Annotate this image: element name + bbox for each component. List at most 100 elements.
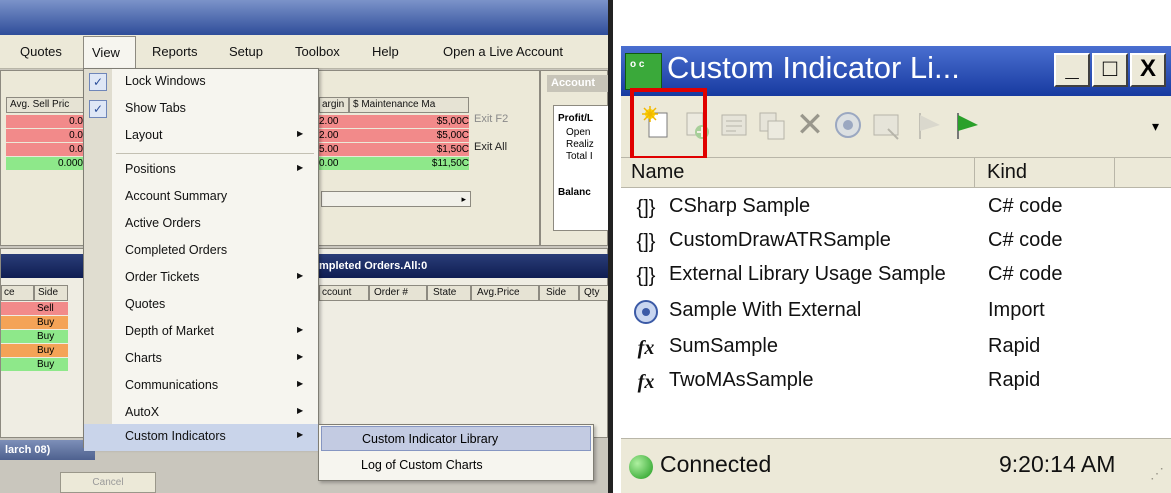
side-cell: Buy: [34, 316, 68, 329]
item-kind: C# code: [988, 263, 1063, 285]
menu-item-label: Account Summary: [125, 189, 228, 203]
apply-green-icon[interactable]: [950, 105, 986, 145]
maximize-button[interactable]: □: [1092, 53, 1128, 87]
list-item[interactable]: {]} CSharp Sample C# code: [621, 190, 1171, 224]
menu-reports[interactable]: Reports: [152, 44, 198, 59]
custom-indicators-submenu: Custom Indicator Library Log of Custom C…: [318, 424, 594, 481]
menu-item-account-summary[interactable]: Account Summary: [84, 184, 318, 211]
exit-f2-button[interactable]: Exit F2: [474, 113, 508, 125]
col-price: ce: [1, 285, 34, 301]
submenu-arrow-icon: ▶: [297, 325, 304, 334]
app-icon: o c: [625, 53, 662, 90]
item-name: CustomDrawATRSample: [669, 229, 891, 251]
menu-item-label: Order Tickets: [125, 270, 200, 284]
cancel-button[interactable]: Cancel: [60, 472, 156, 493]
bottom-tab[interactable]: larch 08): [0, 440, 95, 460]
resize-grip-icon[interactable]: ⋰: [1150, 465, 1164, 482]
menu-item-quotes[interactable]: Quotes: [84, 292, 318, 319]
menu-item-label: Active Orders: [125, 216, 201, 230]
maintenance-cell: $1,50C: [349, 143, 469, 156]
profit-label: Profit/L: [558, 113, 593, 124]
check-icon: ✓: [89, 73, 107, 91]
maintenance-cell: $5,00C: [349, 129, 469, 142]
menu-separator: [116, 153, 314, 154]
price-cell: [1, 344, 34, 357]
copy-icon[interactable]: [754, 105, 790, 145]
menu-item-custom-indicators[interactable]: Custom Indicators ▶: [84, 424, 318, 451]
window-title: Custom Indicator Li...: [667, 50, 960, 85]
menu-item-custom-indicator-library[interactable]: Custom Indicator Library: [321, 426, 591, 451]
item-name: CSharp Sample: [669, 195, 811, 217]
menu-item-label: Charts: [125, 351, 162, 365]
menu-quotes[interactable]: Quotes: [20, 44, 62, 59]
balance-label: Balanc: [558, 187, 591, 198]
exit-all-button[interactable]: Exit All: [474, 141, 507, 153]
apply-grey-icon[interactable]: [912, 105, 948, 145]
item-name: External Library Usage Sample: [669, 263, 946, 285]
col-avg-sell-price: Avg. Sell Pric: [6, 97, 86, 113]
list-item[interactable]: fx TwoMAsSample Rapid: [621, 364, 1171, 398]
account-summary-box: Profit/L Open Realiz Total I Balanc: [553, 105, 608, 231]
margin-cell: 0.00: [319, 157, 349, 170]
list-item[interactable]: {]} External Library Usage Sample C# cod…: [621, 258, 1171, 292]
menu-item-label: Lock Windows: [125, 74, 206, 88]
menu-item-label: AutoX: [125, 405, 160, 419]
menu-item-order-tickets[interactable]: Order Tickets ▶: [84, 265, 318, 292]
menu-item-label: Show Tabs: [125, 101, 186, 115]
close-button[interactable]: X: [1130, 53, 1166, 87]
menu-item-log-of-custom-charts[interactable]: Log of Custom Charts: [321, 453, 591, 478]
menu-item-completed-orders[interactable]: Completed Orders: [84, 238, 318, 265]
menu-view[interactable]: View: [83, 36, 136, 68]
item-kind: C# code: [988, 229, 1063, 251]
col-side-completed: Side: [539, 285, 579, 301]
menu-item-layout[interactable]: Layout ▶: [84, 123, 318, 150]
menu-help[interactable]: Help: [372, 44, 399, 59]
item-kind: Rapid: [988, 369, 1041, 391]
menu-item-active-orders[interactable]: Active Orders: [84, 211, 318, 238]
menu-item-label: Communications: [125, 378, 219, 392]
column-name[interactable]: Name: [621, 158, 975, 188]
menu-open-live-account[interactable]: Open a Live Account: [443, 44, 563, 59]
item-name: TwoMAsSample: [669, 369, 814, 391]
menu-item-depth-of-market[interactable]: Depth of Market ▶: [84, 319, 318, 346]
item-kind: Rapid: [988, 335, 1041, 357]
status-time: 9:20:14 AM: [999, 451, 1116, 477]
pos-cell: 0.000: [6, 157, 86, 170]
menu-item-label: Log of Custom Charts: [361, 458, 483, 472]
menu-toolbox[interactable]: Toolbox: [295, 44, 340, 59]
menu-item-autox[interactable]: AutoX ▶: [84, 400, 318, 427]
column-kind[interactable]: Kind: [975, 158, 1115, 188]
import-icon[interactable]: [830, 105, 866, 145]
horizontal-scrollbar[interactable]: ▸: [321, 191, 471, 207]
col-margin: argin: [319, 97, 349, 113]
submenu-arrow-icon: ▶: [297, 129, 304, 138]
list-item[interactable]: fx SumSample Rapid: [621, 330, 1171, 364]
menu-setup[interactable]: Setup: [229, 44, 263, 59]
fx-icon: fx: [637, 371, 655, 393]
item-kind: C# code: [988, 195, 1063, 217]
view-menu-dropdown: ✓ Lock Windows ✓ Show Tabs Layout ▶ Posi…: [83, 68, 319, 451]
submenu-arrow-icon: ▶: [297, 163, 304, 172]
list-item[interactable]: Sample With External Import: [621, 294, 1171, 328]
pos-cell: 0.0: [6, 115, 86, 128]
account-panel: Account Profit/L Open Realiz Total I Bal…: [540, 70, 608, 246]
delete-icon[interactable]: ✕: [792, 105, 828, 145]
menu-item-positions[interactable]: Positions ▶: [84, 157, 318, 184]
edit-icon[interactable]: [716, 105, 752, 145]
submenu-arrow-icon: ▶: [297, 271, 304, 280]
submenu-arrow-icon: ▶: [297, 379, 304, 388]
import-icon: [631, 299, 661, 325]
view-icon[interactable]: [868, 105, 904, 145]
menu-item-label: Completed Orders: [125, 243, 228, 257]
code-icon: {]}: [636, 231, 656, 253]
menu-item-lock-windows[interactable]: ✓ Lock Windows: [84, 69, 318, 96]
toolbar-overflow-icon[interactable]: ▾: [1152, 118, 1159, 135]
col-state: State: [427, 285, 471, 301]
pos-cell: 0.0: [6, 129, 86, 142]
list-item[interactable]: {]} CustomDrawATRSample C# code: [621, 224, 1171, 258]
side-cell: Buy: [34, 358, 68, 371]
menu-item-show-tabs[interactable]: ✓ Show Tabs: [84, 96, 318, 123]
menu-item-charts[interactable]: Charts ▶: [84, 346, 318, 373]
menu-item-communications[interactable]: Communications ▶: [84, 373, 318, 400]
minimize-button[interactable]: _: [1054, 53, 1090, 87]
